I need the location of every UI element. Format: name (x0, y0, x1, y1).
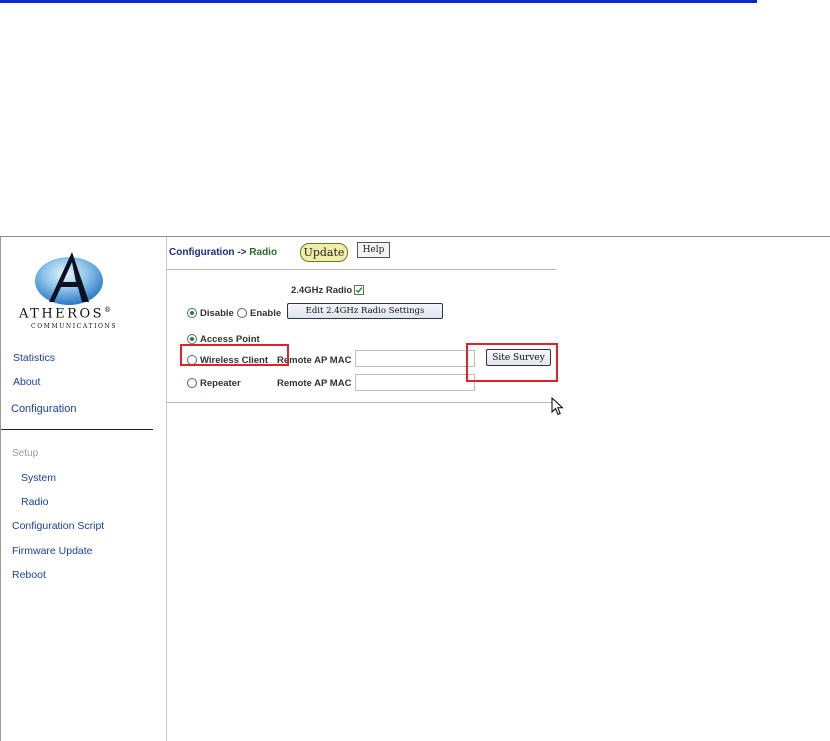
atheros-globe-logo-icon (35, 252, 103, 305)
help-button[interactable]: Help (357, 242, 390, 258)
update-button[interactable]: Update (300, 243, 348, 262)
sidebar-item-statistics[interactable]: Statistics (13, 352, 55, 364)
site-survey-button[interactable]: Site Survey (486, 349, 551, 366)
top-blue-rule (0, 0, 757, 3)
mouse-pointer-icon (551, 397, 564, 416)
repeater-label: Repeater (200, 378, 241, 389)
disable-label: Disable (200, 308, 234, 319)
edit-radio-settings-button[interactable]: Edit 2.4GHz Radio Settings (287, 303, 443, 319)
breadcrumb: Configuration -> Radio (169, 247, 277, 258)
repeater-radio[interactable] (187, 378, 197, 388)
sidebar-item-system[interactable]: System (21, 472, 56, 484)
radio-24ghz-label: 2.4GHz Radio (291, 285, 353, 296)
repeater-mac-label: Remote AP MAC (277, 378, 352, 389)
breadcrumb-arrow: -> (237, 247, 247, 258)
sidebar-divider (1, 429, 153, 430)
checkbox-checked-icon (355, 287, 363, 294)
sidebar-item-radio[interactable]: Radio (21, 496, 48, 508)
logo-tagline: COMMUNICATIONS (31, 323, 118, 330)
sidebar-item-reboot[interactable]: Reboot (12, 569, 46, 581)
content-divider-bottom (167, 402, 556, 403)
router-web-ui-frame: ATHEROS® COMMUNICATIONS Statistics About… (0, 236, 830, 741)
enable-label: Enable (250, 308, 282, 319)
repeater-mac-input[interactable] (355, 374, 475, 391)
wireless-client-label: Wireless Client (200, 355, 269, 366)
sidebar-heading-setup: Setup (12, 448, 39, 459)
content-divider-top (167, 269, 556, 270)
logo-wordmark: ATHEROS® (19, 306, 112, 322)
sidebar: ATHEROS® COMMUNICATIONS Statistics About… (1, 237, 167, 741)
sidebar-item-firmware-update[interactable]: Firmware Update (12, 545, 93, 557)
wireless-client-mac-label: Remote AP MAC (277, 355, 352, 366)
sidebar-item-configuration-script[interactable]: Configuration Script (12, 520, 104, 532)
access-point-radio[interactable] (187, 334, 197, 344)
main-content: Configuration -> Radio Update Help 2.4GH… (167, 237, 829, 741)
access-point-label: Access Point (200, 334, 260, 345)
wireless-client-mac-input[interactable] (355, 350, 475, 367)
breadcrumb-root: Configuration (169, 247, 235, 258)
disable-radio[interactable] (187, 308, 197, 318)
wireless-client-radio[interactable] (187, 355, 197, 365)
sidebar-item-about[interactable]: About (13, 376, 40, 388)
radio-24ghz-checkbox[interactable] (354, 285, 364, 295)
enable-radio[interactable] (237, 308, 247, 318)
sidebar-item-configuration[interactable]: Configuration (11, 403, 76, 415)
breadcrumb-current: Radio (249, 247, 278, 258)
